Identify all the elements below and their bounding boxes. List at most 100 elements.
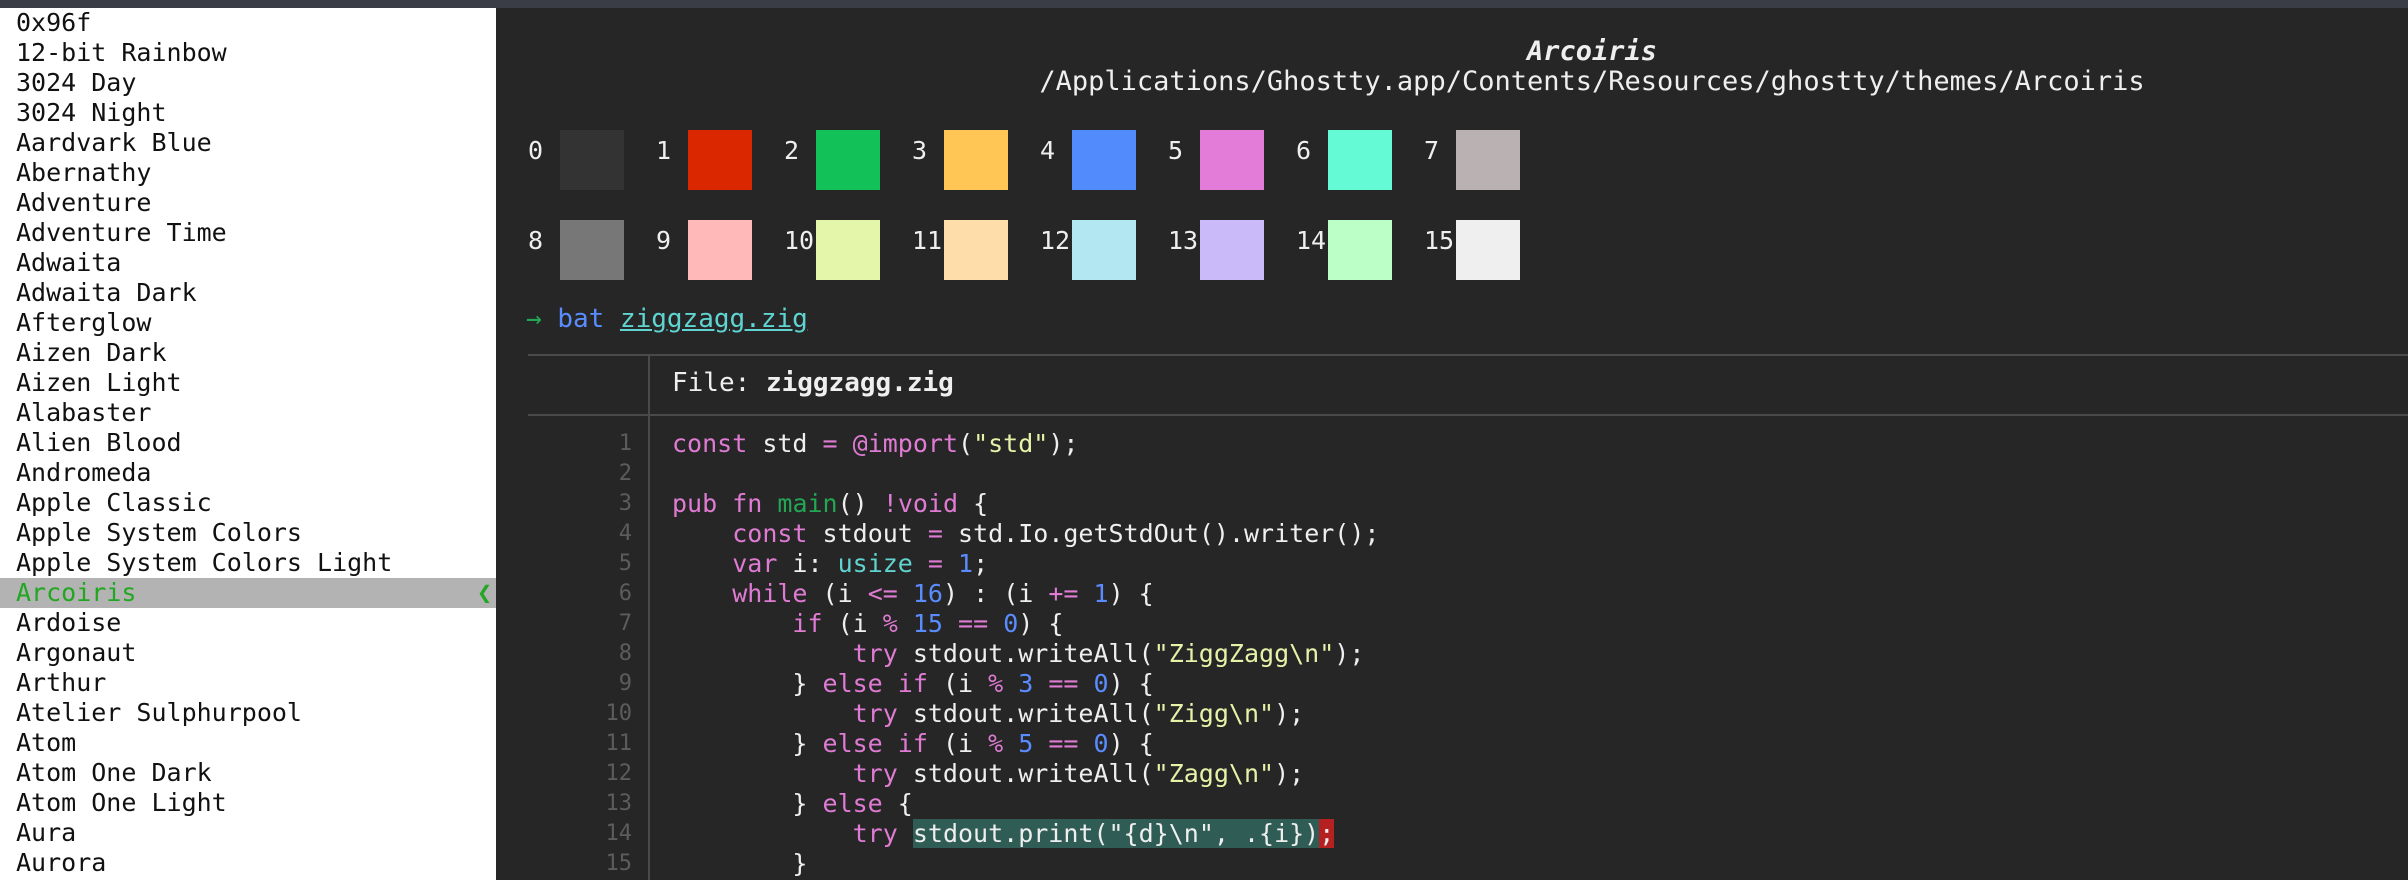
palette-swatch-10 [816, 220, 880, 280]
line-number: 7 [618, 611, 632, 636]
theme-list[interactable]: 0x96f 12-bit Rainbow 3024 Day 3024 Night Aar… [0, 8, 496, 880]
ghostty-theme-browser: 0x96f 12-bit Rainbow 3024 Day 3024 Night Aar… [0, 0, 2408, 880]
theme-list-item[interactable]: Aura [0, 818, 496, 848]
theme-list-item-label: Alabaster [16, 398, 152, 427]
code-line-12: try stdout.writeAll("Zagg\n"); [852, 759, 1305, 788]
theme-list-item-label: Alien Blood [16, 428, 182, 457]
code-line-8: try stdout.writeAll("ZiggZagg\n"); [852, 639, 1365, 668]
theme-list-item-label: Atom One Dark [16, 758, 212, 787]
theme-list-item[interactable]: Alien Blood [0, 428, 496, 458]
theme-list-item[interactable]: 3024 Day [0, 68, 496, 98]
theme-list-item[interactable]: Aizen Light [0, 368, 496, 398]
palette-swatch-8 [560, 220, 624, 280]
line-number: 14 [605, 821, 633, 846]
code-line-7: if (i % 15 == 0) { [792, 609, 1064, 638]
line-number: 12 [605, 761, 633, 786]
palette-swatch-7 [1456, 130, 1520, 190]
theme-list-item[interactable]: Atom [0, 728, 496, 758]
theme-list-item-label: 12-bit Rainbow [16, 38, 227, 67]
theme-list-item[interactable]: Aardvark Blue [0, 128, 496, 158]
line-number: 6 [618, 581, 632, 606]
theme-list-item-label: Adventure Time [16, 218, 227, 247]
theme-preview: Arcoiris /Applications/Ghostty.app/Conte… [496, 8, 2408, 880]
palette-swatch-5 [1200, 130, 1264, 190]
palette-swatch-15 [1456, 220, 1520, 280]
selected-marker-icon: ❮ [476, 578, 492, 607]
theme-list-item[interactable]: Arthur [0, 668, 496, 698]
theme-list-item[interactable]: Atom One Light [0, 788, 496, 818]
theme-list-item[interactable]: Argonaut [0, 638, 496, 668]
bat-header-rule [528, 414, 2408, 416]
theme-list-item[interactable]: Arcoiris ❮ [0, 578, 496, 608]
theme-list-item[interactable]: 0x96f [0, 8, 496, 38]
theme-list-item[interactable]: Apple System Colors Light [0, 548, 496, 578]
bat-gutter-rule [648, 416, 650, 880]
bat-top-rule [528, 354, 2408, 356]
theme-list-item-label: Arcoiris [16, 578, 137, 607]
theme-list-item[interactable]: Apple System Colors [0, 518, 496, 548]
theme-list-item-label: Andromeda [16, 458, 152, 487]
theme-list-item[interactable]: Adventure [0, 188, 496, 218]
theme-list-item-label: Arthur [16, 668, 107, 697]
line-number: 8 [618, 641, 632, 666]
prompt-arrow: → [526, 304, 542, 334]
theme-list-item-label: 3024 Night [16, 98, 167, 127]
line-number: 2 [618, 461, 632, 486]
theme-list-item[interactable]: Atelier Sulphurpool [0, 698, 496, 728]
theme-list-item-label: Argonaut [16, 638, 137, 667]
prompt-argument: ziggzagg.zig [619, 304, 808, 334]
theme-list-item-label: Adventure [16, 188, 152, 217]
theme-list-item[interactable]: 12-bit Rainbow [0, 38, 496, 68]
theme-list-item-label: Apple System Colors Light [16, 548, 393, 577]
theme-list-item[interactable]: Afterglow [0, 308, 496, 338]
preview-theme-name: Arcoiris [1526, 36, 1658, 67]
theme-list-item[interactable]: Andromeda [0, 458, 496, 488]
line-number: 4 [618, 521, 632, 546]
code-line-5: var i: usize = 1; [732, 549, 989, 578]
line-number: 15 [605, 851, 633, 876]
theme-list-item[interactable]: Alabaster [0, 398, 496, 428]
theme-list-item[interactable]: Aurora [0, 848, 496, 878]
theme-list-item[interactable]: Adventure Time [0, 218, 496, 248]
line-number: 1 [618, 431, 632, 456]
palette-swatch-12 [1072, 220, 1136, 280]
line-number: 13 [605, 791, 633, 816]
theme-list-item[interactable]: 3024 Night [0, 98, 496, 128]
window-top-edge [0, 0, 2408, 8]
theme-list-item[interactable]: Abernathy [0, 158, 496, 188]
bat-header-gutter [648, 354, 650, 416]
theme-list-item-label: Aurora [16, 848, 107, 877]
line-number: 11 [605, 731, 633, 756]
palette-swatch-6 [1328, 130, 1392, 190]
code-line-9: } else if (i % 3 == 0) { [672, 669, 1154, 698]
theme-list-item[interactable]: Apple Classic [0, 488, 496, 518]
code-line-15: } [672, 849, 808, 878]
code-line-6: while (i <= 16) : (i += 1) { [732, 579, 1154, 608]
code-line-4: const stdout = std.Io.getStdOut().writer… [732, 519, 1380, 548]
prompt-command: bat [557, 304, 605, 334]
theme-list-item[interactable]: Adwaita [0, 248, 496, 278]
line-number: 10 [605, 701, 633, 726]
theme-list-item[interactable]: Aizen Dark [0, 338, 496, 368]
theme-list-item-label: Abernathy [16, 158, 152, 187]
theme-list-item[interactable]: Ardoise [0, 608, 496, 638]
code-line-11: } else if (i % 5 == 0) { [672, 729, 1154, 758]
theme-list-item-label: Apple System Colors [16, 518, 302, 547]
palette-swatch-4 [1072, 130, 1136, 190]
code-line-10: try stdout.writeAll("Zigg\n"); [852, 699, 1305, 728]
theme-list-item-label: Aura [16, 818, 77, 847]
theme-list-item-label: Aizen Light [16, 368, 182, 397]
theme-list-item[interactable]: Adwaita Dark [0, 278, 496, 308]
code-line-14: try stdout.print("{d}\n", .{i}); [852, 819, 1335, 848]
file-label: File: [672, 368, 751, 398]
theme-list-item-label: Aizen Dark [16, 338, 167, 367]
theme-list-item-label: Adwaita Dark [16, 278, 197, 307]
palette-swatch-9 [688, 220, 752, 280]
shell-prompt-line: → bat ziggzagg.zig [526, 304, 808, 334]
line-number: 9 [618, 671, 632, 696]
code-line-3: pub fn main() !void { [672, 489, 989, 518]
theme-list-item[interactable]: Atom One Dark [0, 758, 496, 788]
theme-list-item-label: 0x96f [16, 8, 92, 37]
theme-list-item-label: Apple Classic [16, 488, 212, 517]
